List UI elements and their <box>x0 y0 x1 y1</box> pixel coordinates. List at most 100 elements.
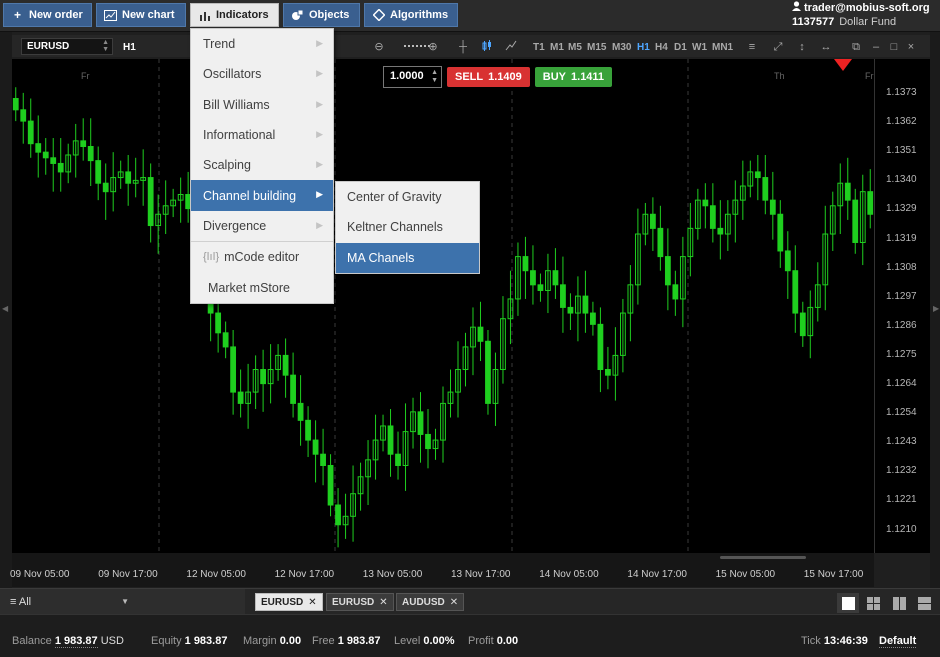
timeframe-m1[interactable]: M1 <box>550 42 564 53</box>
menu-item-trend[interactable]: Trend ▶ <box>191 29 333 59</box>
candle-body <box>260 369 267 385</box>
timeframe-m5[interactable]: M5 <box>568 42 582 53</box>
menu-item-mcode-editor[interactable]: {ǀıǀ} mCode editor <box>191 242 333 272</box>
line-chart-icon[interactable] <box>504 40 518 54</box>
time-tick-label: 09 Nov 05:00 <box>10 569 70 580</box>
fit-diagonal-icon[interactable]: ⤢ <box>771 40 785 54</box>
menu-item-channel-building[interactable]: Channel building ▶ <box>191 180 333 211</box>
layout-vertical-icon[interactable] <box>888 593 910 613</box>
price-tick-label: 1.1286 <box>886 319 917 331</box>
submenu-item-keltner-channels[interactable]: Keltner Channels <box>336 212 479 242</box>
candle-body <box>530 270 536 286</box>
layout-grid-icon[interactable] <box>862 593 884 613</box>
profit-status: Profit 0.00 <box>468 635 518 647</box>
chart-plot-area[interactable] <box>12 59 874 553</box>
candles-icon[interactable] <box>480 40 494 54</box>
chart-tab[interactable]: EURUSD ✕ <box>255 593 323 611</box>
quantity-input[interactable]: 1.0000 ▲ ▼ <box>383 66 442 88</box>
menu-item-market-mstore[interactable]: Market mStore <box>191 272 333 302</box>
candlestick-series <box>12 59 874 553</box>
submenu-item-ma-chanels[interactable]: MA Chanels <box>336 242 479 273</box>
indicators-button[interactable]: Indicators <box>190 3 279 27</box>
candle-body <box>799 312 806 337</box>
new-chart-button[interactable]: New chart <box>96 3 186 27</box>
menu-item-divergence[interactable]: Divergence ▶ <box>191 211 333 241</box>
price-tick-label: 1.1243 <box>886 436 917 448</box>
indicator-list-icon[interactable]: ≡ <box>745 40 759 54</box>
layout-single-icon[interactable] <box>837 593 859 613</box>
tick-label: Tick <box>801 635 821 647</box>
maximize-icon[interactable]: □ <box>887 40 901 54</box>
symbol-selector[interactable]: EURUSD ▲ ▼ <box>21 38 113 55</box>
bar-chart-icon <box>198 9 211 22</box>
horizontal-scrollbar[interactable] <box>720 556 806 559</box>
timeframe-d1[interactable]: D1 <box>674 42 687 53</box>
new-order-button[interactable]: + New order <box>3 3 92 27</box>
chart-tab[interactable]: AUDUSD ✕ <box>396 593 465 611</box>
plus-icon: + <box>13 8 21 22</box>
timeframe-m15[interactable]: M15 <box>587 42 606 53</box>
profile-selector[interactable]: Default <box>879 635 917 648</box>
spinner-icon[interactable]: ▲ ▼ <box>102 39 109 53</box>
time-axis[interactable]: 09 Nov 05:00 09 Nov 17:00 12 Nov 05:00 12 N… <box>10 553 874 587</box>
timeframe-m30[interactable]: M30 <box>612 42 631 53</box>
sell-button[interactable]: SELL 1.1409 <box>447 67 530 87</box>
channel-building-submenu: Center of Gravity Keltner Channels MA Ch… <box>335 181 480 274</box>
price-tick-label: 1.1308 <box>886 261 917 273</box>
symbol-filter-dropdown[interactable]: ≡ All ▼ <box>0 589 245 615</box>
timeframe-t1[interactable]: T1 <box>533 42 545 53</box>
candle-body <box>20 109 27 122</box>
objects-button[interactable]: Objects <box>283 3 360 27</box>
price-tick-label: 1.1329 <box>886 203 917 215</box>
bar-type-icon[interactable]: ┼ <box>456 40 470 54</box>
candle-body <box>230 346 237 393</box>
chart-tab[interactable]: EURUSD ✕ <box>326 593 394 611</box>
timeframe-h1[interactable]: H1 <box>637 42 650 53</box>
close-icon[interactable]: × <box>904 40 918 54</box>
menu-item-scalping[interactable]: Scalping ▶ <box>191 150 333 180</box>
collapse-left-icon[interactable]: ◀ <box>2 304 8 313</box>
timeframe-h4[interactable]: H4 <box>655 42 668 53</box>
fit-vertical-icon[interactable]: ↕ <box>795 40 809 54</box>
menu-item-label: Bill Williams <box>203 97 270 112</box>
timeframe-mn1[interactable]: MN1 <box>712 42 733 53</box>
close-tab-icon[interactable]: ✕ <box>308 597 316 608</box>
right-edge: ▶ <box>930 32 940 588</box>
menu-item-label: Oscillators <box>203 67 262 82</box>
timeframe-w1[interactable]: W1 <box>692 42 707 53</box>
zoom-in-icon[interactable]: ⊕ <box>426 40 440 54</box>
code-editor-icon: {ǀıǀ} <box>203 251 220 264</box>
close-tab-icon[interactable]: ✕ <box>450 597 458 608</box>
account-number: 1137577 <box>792 16 835 28</box>
minimize-icon[interactable]: – <box>869 40 883 54</box>
menu-item-oscillators[interactable]: Oscillators ▶ <box>191 59 333 89</box>
submenu-item-center-of-gravity[interactable]: Center of Gravity <box>336 182 479 212</box>
menu-item-informational[interactable]: Informational ▶ <box>191 120 333 150</box>
buy-button[interactable]: BUY 1.1411 <box>534 67 613 87</box>
submenu-arrow-icon: ▶ <box>316 38 323 48</box>
algorithms-button[interactable]: Algorithms <box>364 3 458 27</box>
price-marker-icon[interactable] <box>834 59 852 71</box>
candle-body <box>320 453 326 466</box>
account-name: Dollar Fund <box>839 16 897 28</box>
menu-item-label: Scalping <box>203 158 251 173</box>
user-icon <box>792 1 801 14</box>
candle-body <box>717 227 724 235</box>
menu-item-bill-williams[interactable]: Bill Williams ▶ <box>191 90 333 120</box>
diamond-icon <box>372 9 385 22</box>
collapse-right-icon[interactable]: ▶ <box>933 304 939 313</box>
close-tab-icon[interactable]: ✕ <box>379 597 387 608</box>
day-label: Th <box>774 71 785 81</box>
zoom-out-icon[interactable]: ⊖ <box>372 40 386 54</box>
fit-horizontal-icon[interactable]: ↔ <box>819 40 833 54</box>
account-info[interactable]: trader@mobius-soft.org 1137577 Dollar Fun… <box>792 1 934 28</box>
layout-horizontal-icon[interactable] <box>913 593 935 613</box>
menu-item-label: Trend <box>203 37 236 52</box>
candle-body <box>35 143 42 153</box>
quantity-spinner-icon[interactable]: ▲ ▼ <box>431 69 438 85</box>
detach-window-icon[interactable]: ⧉ <box>849 40 863 54</box>
left-edge: ◀ <box>0 32 12 588</box>
price-axis[interactable]: 1.1373 1.1362 1.1351 1.1340 1.1329 1.1319 1.13… <box>874 59 930 553</box>
equity-label: Equity <box>151 635 182 647</box>
chart-tab-label: EURUSD <box>332 596 375 608</box>
